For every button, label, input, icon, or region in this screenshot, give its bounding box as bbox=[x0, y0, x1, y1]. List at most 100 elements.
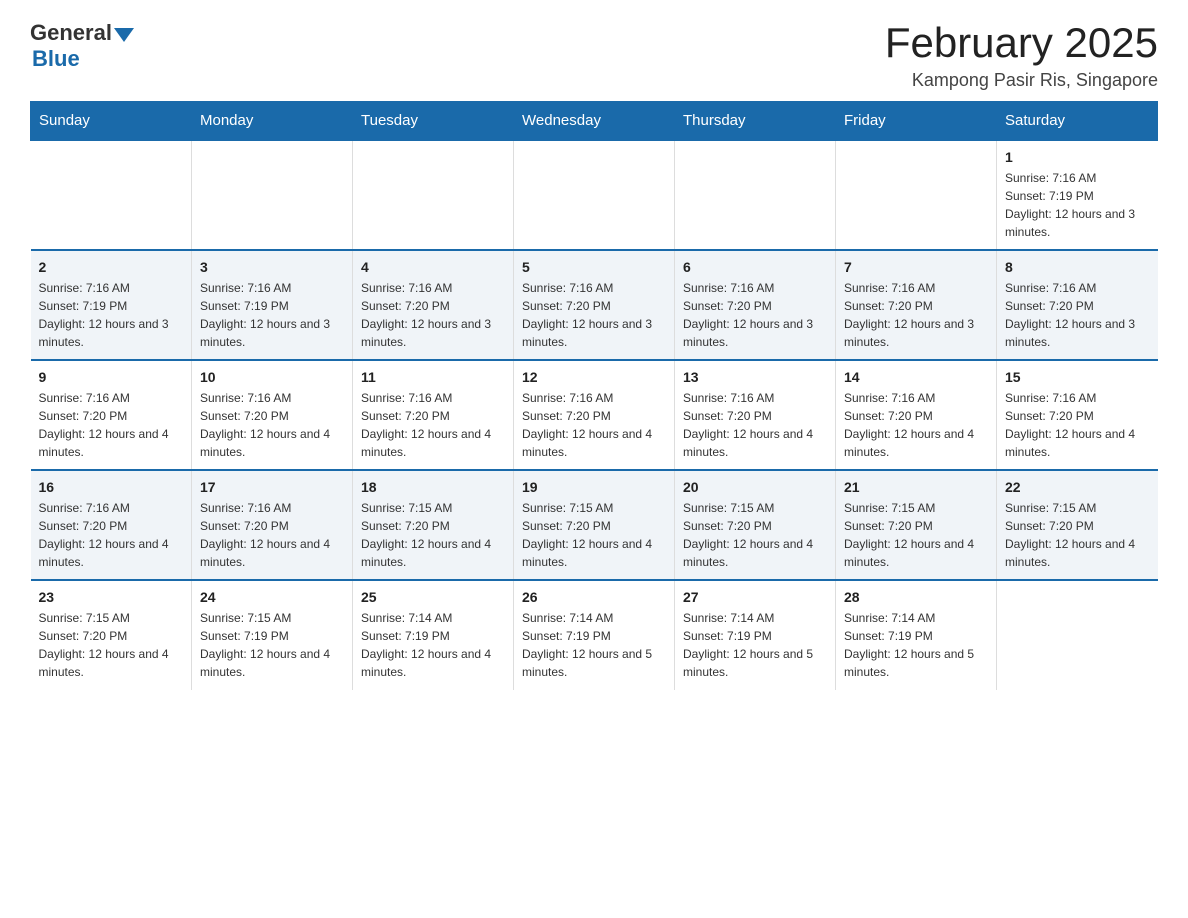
day-number: 20 bbox=[683, 479, 827, 495]
day-cell-16: 16 Sunrise: 7:16 AMSunset: 7:20 PMDayligh… bbox=[31, 470, 192, 580]
day-info: Sunrise: 7:15 AMSunset: 7:20 PMDaylight:… bbox=[1005, 499, 1150, 571]
day-cell-18: 18 Sunrise: 7:15 AMSunset: 7:20 PMDayligh… bbox=[353, 470, 514, 580]
day-info: Sunrise: 7:15 AMSunset: 7:19 PMDaylight:… bbox=[200, 609, 344, 681]
week-row-2: 2 Sunrise: 7:16 AMSunset: 7:19 PMDaylight… bbox=[31, 250, 1158, 360]
day-number: 10 bbox=[200, 369, 344, 385]
logo-blue-text: Blue bbox=[32, 46, 80, 72]
day-number: 22 bbox=[1005, 479, 1150, 495]
day-cell-22: 22 Sunrise: 7:15 AMSunset: 7:20 PMDayligh… bbox=[997, 470, 1158, 580]
day-number: 5 bbox=[522, 259, 666, 275]
day-cell-21: 21 Sunrise: 7:15 AMSunset: 7:20 PMDayligh… bbox=[836, 470, 997, 580]
day-header-friday: Friday bbox=[836, 102, 997, 141]
day-number: 24 bbox=[200, 589, 344, 605]
empty-cell bbox=[836, 140, 997, 250]
day-info: Sunrise: 7:16 AMSunset: 7:20 PMDaylight:… bbox=[200, 499, 344, 571]
week-row-4: 16 Sunrise: 7:16 AMSunset: 7:20 PMDayligh… bbox=[31, 470, 1158, 580]
day-info: Sunrise: 7:16 AMSunset: 7:20 PMDaylight:… bbox=[522, 279, 666, 351]
day-number: 6 bbox=[683, 259, 827, 275]
day-header-thursday: Thursday bbox=[675, 102, 836, 141]
day-cell-2: 2 Sunrise: 7:16 AMSunset: 7:19 PMDaylight… bbox=[31, 250, 192, 360]
day-number: 23 bbox=[39, 589, 184, 605]
day-info: Sunrise: 7:16 AMSunset: 7:20 PMDaylight:… bbox=[683, 389, 827, 461]
day-info: Sunrise: 7:16 AMSunset: 7:20 PMDaylight:… bbox=[39, 499, 184, 571]
day-number: 14 bbox=[844, 369, 988, 385]
day-cell-26: 26 Sunrise: 7:14 AMSunset: 7:19 PMDayligh… bbox=[514, 580, 675, 690]
day-number: 28 bbox=[844, 589, 988, 605]
day-header-monday: Monday bbox=[192, 102, 353, 141]
day-header-sunday: Sunday bbox=[31, 102, 192, 141]
day-info: Sunrise: 7:14 AMSunset: 7:19 PMDaylight:… bbox=[361, 609, 505, 681]
day-info: Sunrise: 7:14 AMSunset: 7:19 PMDaylight:… bbox=[844, 609, 988, 681]
location-subtitle: Kampong Pasir Ris, Singapore bbox=[885, 70, 1158, 91]
day-cell-13: 13Sunrise: 7:16 AMSunset: 7:20 PMDayligh… bbox=[675, 360, 836, 470]
day-info: Sunrise: 7:16 AMSunset: 7:20 PMDaylight:… bbox=[1005, 389, 1150, 461]
empty-cell bbox=[31, 140, 192, 250]
page-header: General Blue February 2025 Kampong Pasir… bbox=[30, 20, 1158, 91]
day-cell-20: 20 Sunrise: 7:15 AMSunset: 7:20 PMDayligh… bbox=[675, 470, 836, 580]
day-number: 16 bbox=[39, 479, 184, 495]
empty-cell bbox=[353, 140, 514, 250]
day-cell-28: 28 Sunrise: 7:14 AMSunset: 7:19 PMDayligh… bbox=[836, 580, 997, 690]
day-number: 2 bbox=[39, 259, 184, 275]
calendar-table: SundayMondayTuesdayWednesdayThursdayFrid… bbox=[30, 101, 1158, 690]
day-number: 8 bbox=[1005, 259, 1150, 275]
day-number: 12 bbox=[522, 369, 666, 385]
day-number: 3 bbox=[200, 259, 344, 275]
day-number: 1 bbox=[1005, 149, 1150, 165]
empty-cell bbox=[192, 140, 353, 250]
day-info: Sunrise: 7:15 AMSunset: 7:20 PMDaylight:… bbox=[522, 499, 666, 571]
day-number: 18 bbox=[361, 479, 505, 495]
day-cell-27: 27 Sunrise: 7:14 AMSunset: 7:19 PMDayligh… bbox=[675, 580, 836, 690]
day-cell-6: 6 Sunrise: 7:16 AMSunset: 7:20 PMDaylight… bbox=[675, 250, 836, 360]
day-info: Sunrise: 7:16 AMSunset: 7:20 PMDaylight:… bbox=[361, 279, 505, 351]
week-row-3: 9 Sunrise: 7:16 AMSunset: 7:20 PMDaylight… bbox=[31, 360, 1158, 470]
week-row-1: 1Sunrise: 7:16 AMSunset: 7:19 PMDaylight… bbox=[31, 140, 1158, 250]
day-number: 27 bbox=[683, 589, 827, 605]
day-info: Sunrise: 7:15 AMSunset: 7:20 PMDaylight:… bbox=[844, 499, 988, 571]
day-header-saturday: Saturday bbox=[997, 102, 1158, 141]
day-info: Sunrise: 7:16 AMSunset: 7:19 PMDaylight:… bbox=[200, 279, 344, 351]
empty-cell bbox=[514, 140, 675, 250]
day-number: 19 bbox=[522, 479, 666, 495]
day-number: 9 bbox=[39, 369, 184, 385]
day-info: Sunrise: 7:16 AMSunset: 7:20 PMDaylight:… bbox=[683, 279, 827, 351]
day-number: 11 bbox=[361, 369, 505, 385]
logo: General Blue bbox=[30, 20, 134, 72]
day-cell-10: 10Sunrise: 7:16 AMSunset: 7:20 PMDayligh… bbox=[192, 360, 353, 470]
logo-arrow-icon bbox=[114, 28, 134, 42]
empty-cell bbox=[675, 140, 836, 250]
day-info: Sunrise: 7:16 AMSunset: 7:20 PMDaylight:… bbox=[361, 389, 505, 461]
day-cell-3: 3 Sunrise: 7:16 AMSunset: 7:19 PMDaylight… bbox=[192, 250, 353, 360]
day-header-wednesday: Wednesday bbox=[514, 102, 675, 141]
day-info: Sunrise: 7:16 AMSunset: 7:20 PMDaylight:… bbox=[844, 389, 988, 461]
day-cell-25: 25 Sunrise: 7:14 AMSunset: 7:19 PMDayligh… bbox=[353, 580, 514, 690]
day-cell-12: 12 Sunrise: 7:16 AMSunset: 7:20 PMDayligh… bbox=[514, 360, 675, 470]
day-header-tuesday: Tuesday bbox=[353, 102, 514, 141]
calendar-body: 1 Sunrise: 7:16 AMSunset: 7:19 PMDaylight… bbox=[31, 140, 1158, 690]
day-info: Sunrise: 7:15 AMSunset: 7:20 PMDaylight:… bbox=[361, 499, 505, 571]
day-info: Sunrise: 7:16 AMSunset: 7:19 PMDaylight:… bbox=[39, 279, 184, 351]
day-info: Sunrise: 7:16 AMSunset: 7:20 PMDaylight:… bbox=[522, 389, 666, 461]
day-number: 26 bbox=[522, 589, 666, 605]
day-number: 7 bbox=[844, 259, 988, 275]
day-info: Sunrise: 7:15 AMSunset: 7:20 PMDaylight:… bbox=[683, 499, 827, 571]
logo-top: General bbox=[30, 20, 134, 46]
day-cell-4: 4Sunrise: 7:16 AMSunset: 7:20 PMDaylight… bbox=[353, 250, 514, 360]
day-cell-24: 24 Sunrise: 7:15 AMSunset: 7:19 PMDayligh… bbox=[192, 580, 353, 690]
day-number: 25 bbox=[361, 589, 505, 605]
day-cell-8: 8 Sunrise: 7:16 AMSunset: 7:20 PMDaylight… bbox=[997, 250, 1158, 360]
logo-general-text: General bbox=[30, 20, 112, 46]
day-cell-14: 14 Sunrise: 7:16 AMSunset: 7:20 PMDayligh… bbox=[836, 360, 997, 470]
day-number: 21 bbox=[844, 479, 988, 495]
day-cell-5: 5 Sunrise: 7:16 AMSunset: 7:20 PMDaylight… bbox=[514, 250, 675, 360]
day-info: Sunrise: 7:14 AMSunset: 7:19 PMDaylight:… bbox=[522, 609, 666, 681]
day-cell-9: 9Sunrise: 7:16 AMSunset: 7:20 PMDaylight… bbox=[31, 360, 192, 470]
day-cell-7: 7Sunrise: 7:16 AMSunset: 7:20 PMDaylight… bbox=[836, 250, 997, 360]
day-info: Sunrise: 7:16 AMSunset: 7:20 PMDaylight:… bbox=[1005, 279, 1150, 351]
day-info: Sunrise: 7:14 AMSunset: 7:19 PMDaylight:… bbox=[683, 609, 827, 681]
day-cell-1: 1Sunrise: 7:16 AMSunset: 7:19 PMDaylight… bbox=[997, 140, 1158, 250]
week-row-5: 23Sunrise: 7:15 AMSunset: 7:20 PMDayligh… bbox=[31, 580, 1158, 690]
day-cell-17: 17Sunrise: 7:16 AMSunset: 7:20 PMDayligh… bbox=[192, 470, 353, 580]
title-block: February 2025 Kampong Pasir Ris, Singapo… bbox=[885, 20, 1158, 91]
day-cell-19: 19 Sunrise: 7:15 AMSunset: 7:20 PMDayligh… bbox=[514, 470, 675, 580]
